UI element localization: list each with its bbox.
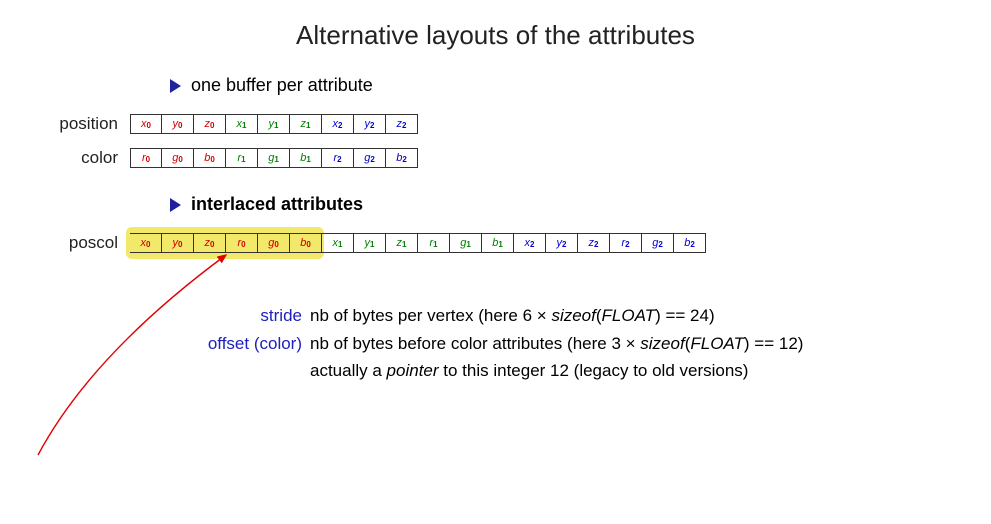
- buffer-cell: x1: [322, 233, 354, 253]
- buffer-cell: y0: [162, 114, 194, 134]
- buffer-cell: g1: [258, 148, 290, 168]
- buffer-cell: x2: [514, 233, 546, 253]
- buffer-cell: r2: [322, 148, 354, 168]
- definitions: stride nb of bytes per vertex (here 6 × …: [180, 303, 961, 384]
- buffer-cell: g1: [450, 233, 482, 253]
- buffer-cell: x1: [226, 114, 258, 134]
- buffer-cell: z0: [194, 233, 226, 253]
- def-stride: stride nb of bytes per vertex (here 6 × …: [180, 303, 961, 329]
- buffer-cell: r0: [130, 148, 162, 168]
- buffer-cell: y1: [258, 114, 290, 134]
- bullet-one-buffer: one buffer per attribute: [170, 75, 961, 96]
- color-row: color r0g0b0r1g1b1r2g2b2: [40, 148, 961, 168]
- buffer-cell: r1: [418, 233, 450, 253]
- buffer-cell: g2: [642, 233, 674, 253]
- buffer-cell: b1: [482, 233, 514, 253]
- poscol-cells: x0y0z0r0g0b0x1y1z1r1g1b1x2y2z2r2g2b2: [130, 233, 706, 253]
- buffer-cell: g0: [162, 148, 194, 168]
- buffer-cell: r1: [226, 148, 258, 168]
- float: FLOAT: [602, 306, 656, 325]
- buffer-cell: r2: [610, 233, 642, 253]
- def-stride-term: stride: [180, 303, 310, 329]
- txt: to this integer 12 (legacy to old versio…: [439, 361, 749, 380]
- sizeof: sizeof: [551, 306, 595, 325]
- float: FLOAT: [690, 334, 744, 353]
- txt: nb of bytes before color attributes (her…: [310, 334, 640, 353]
- buffer-cell: b0: [194, 148, 226, 168]
- position-row: position x0y0z0x1y1z1x2y2z2: [40, 114, 961, 134]
- buffer-cell: g0: [258, 233, 290, 253]
- buffer-cell: b2: [386, 148, 418, 168]
- color-label: color: [40, 148, 130, 168]
- buffer-cell: z2: [578, 233, 610, 253]
- buffer-cell: y0: [162, 233, 194, 253]
- def-stride-body: nb of bytes per vertex (here 6 × sizeof(…: [310, 303, 961, 329]
- buffer-cell: g2: [354, 148, 386, 168]
- def-offset: offset (color) nb of bytes before color …: [180, 331, 961, 384]
- buffer-cell: b2: [674, 233, 706, 253]
- def-offset-term: offset (color): [180, 331, 310, 384]
- buffer-cell: y1: [354, 233, 386, 253]
- bullet-one-buffer-text: one buffer per attribute: [191, 75, 373, 96]
- buffer-cell: y2: [354, 114, 386, 134]
- buffer-cell: x0: [130, 114, 162, 134]
- buffer-cell: x0: [130, 233, 162, 253]
- bullet-interlaced-text: interlaced attributes: [191, 194, 363, 215]
- buffer-cell: r0: [226, 233, 258, 253]
- txt: nb of bytes per vertex (here 6 ×: [310, 306, 551, 325]
- color-cells: r0g0b0r1g1b1r2g2b2: [130, 148, 418, 168]
- txt: == 24): [661, 306, 715, 325]
- sizeof: sizeof: [640, 334, 684, 353]
- slide-title: Alternative layouts of the attributes: [30, 20, 961, 51]
- position-cells: x0y0z0x1y1z1x2y2z2: [130, 114, 418, 134]
- txt: actually a: [310, 361, 387, 380]
- position-label: position: [40, 114, 130, 134]
- pointer: pointer: [387, 361, 439, 380]
- def-offset-body: nb of bytes before color attributes (her…: [310, 331, 961, 384]
- buffer-cell: x2: [322, 114, 354, 134]
- buffer-cell: z1: [290, 114, 322, 134]
- txt: == 12): [750, 334, 804, 353]
- buffer-cell: z1: [386, 233, 418, 253]
- poscol-label: poscol: [40, 233, 130, 253]
- buffer-cell: b0: [290, 233, 322, 253]
- poscol-row: poscol x0y0z0r0g0b0x1y1z1r1g1b1x2y2z2r2g…: [40, 233, 961, 253]
- buffer-cell: b1: [290, 148, 322, 168]
- buffer-cell: z2: [386, 114, 418, 134]
- bullet-icon: [170, 79, 181, 93]
- bullet-icon: [170, 198, 181, 212]
- buffer-cell: z0: [194, 114, 226, 134]
- buffer-cell: y2: [546, 233, 578, 253]
- bullet-interlaced: interlaced attributes: [170, 194, 961, 215]
